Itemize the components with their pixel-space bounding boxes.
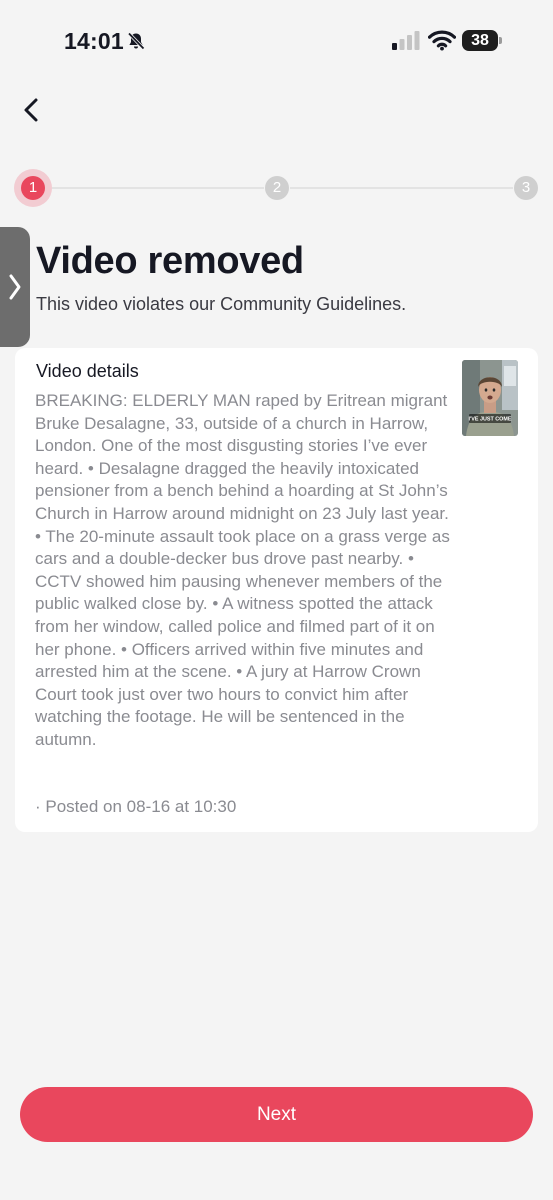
bell-muted-icon [127, 32, 145, 50]
stepper-line [52, 187, 264, 189]
video-details-card: Video details BREAKING: ELDERLY MAN rape… [15, 348, 538, 832]
step-1: 1 [21, 176, 45, 200]
next-button[interactable]: Next [20, 1087, 533, 1142]
side-panel-tab[interactable] [0, 227, 30, 347]
posted-date: · Posted on 08-16 at 10:30 [35, 797, 237, 816]
chevron-right-icon [9, 274, 21, 300]
page-title: Video removed [36, 240, 304, 282]
cellular-signal-icon [392, 31, 420, 50]
back-button[interactable] [14, 92, 50, 128]
video-thumbnail[interactable]: I'VE JUST COME [462, 360, 518, 436]
page-subtitle: This video violates our Community Guidel… [36, 294, 407, 314]
battery-tip [499, 37, 502, 44]
progress-stepper: 1 2 3 [0, 169, 553, 207]
thumbnail-caption: I'VE JUST COME [469, 417, 512, 423]
step-2: 2 [265, 176, 289, 200]
status-time: 14:01 [64, 28, 124, 54]
status-bar: 14:01 38 [0, 0, 553, 80]
details-heading: Video details [36, 361, 139, 381]
stepper-line [290, 187, 513, 189]
step-3: 3 [514, 176, 538, 200]
battery-icon: 38 [462, 30, 498, 51]
video-description: BREAKING: ELDERLY MAN raped by Eritrean … [35, 391, 450, 749]
wifi-icon [428, 30, 456, 51]
